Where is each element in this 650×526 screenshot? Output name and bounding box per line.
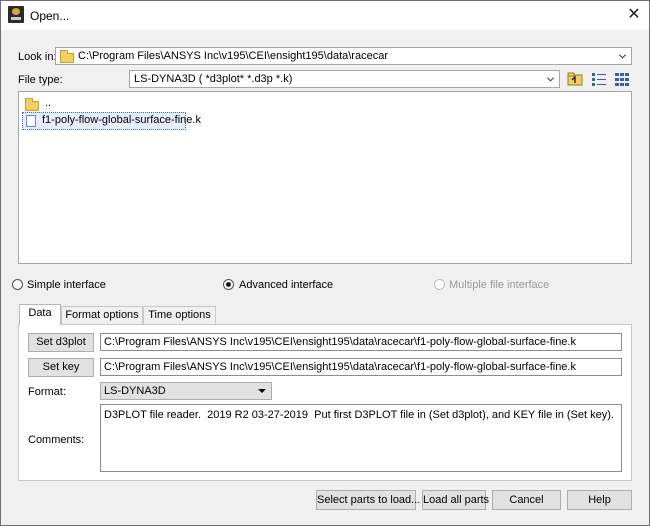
simple-interface-radio[interactable] <box>12 279 23 290</box>
chevron-down-icon <box>547 77 554 82</box>
comments-label: Comments: <box>28 434 85 446</box>
load-all-parts-button[interactable]: Load all parts <box>422 490 489 510</box>
file-type-label: File type: <box>18 74 63 86</box>
help-button[interactable]: Help <box>567 490 632 510</box>
set-key-button[interactable]: Set key <box>28 358 94 377</box>
look-in-label: Look in: <box>18 51 57 63</box>
file-list[interactable]: .. f1-poly-flow-global-surface-fine.k <box>18 91 632 264</box>
look-in-value: C:\Program Files\ANSYS Inc\v195\CEI\ensi… <box>78 50 388 62</box>
dialog-title: Open... <box>30 9 70 23</box>
file-type-combo[interactable]: LS-DYNA3D ( *d3plot* *.d3p *.k) <box>129 70 560 88</box>
cancel-button[interactable]: Cancel <box>492 490 561 510</box>
title-bar: Open... ✕ <box>1 1 649 30</box>
tab-time-options[interactable]: Time options <box>143 306 216 325</box>
up-folder-icon[interactable] <box>566 70 584 88</box>
file-name: f1-poly-flow-global-surface-fine.k <box>42 114 201 126</box>
folder-icon <box>25 98 39 111</box>
list-view-icon[interactable] <box>590 70 608 88</box>
format-select[interactable]: LS-DYNA3D <box>100 382 272 400</box>
chevron-down-icon <box>619 54 626 59</box>
chevron-down-icon <box>258 389 266 393</box>
file-icon <box>26 115 36 127</box>
format-value: LS-DYNA3D <box>104 385 166 397</box>
advanced-interface-label: Advanced interface <box>239 279 334 291</box>
multiple-interface-radio <box>434 279 445 290</box>
key-path-field[interactable]: C:\Program Files\ANSYS Inc\v195\CEI\ensi… <box>100 358 622 376</box>
simple-interface-label: Simple interface <box>27 279 106 291</box>
set-d3plot-button[interactable]: Set d3plot <box>28 333 94 352</box>
comments-textarea[interactable]: D3PLOT file reader. 2019 R2 03-27-2019 P… <box>100 404 622 472</box>
file-type-value: LS-DYNA3D ( *d3plot* *.d3p *.k) <box>134 73 293 85</box>
open-dialog: Open... ✕ Look in: C:\Program Files\ANSY… <box>0 0 650 526</box>
d3plot-path-field[interactable]: C:\Program Files\ANSYS Inc\v195\CEI\ensi… <box>100 333 622 351</box>
detail-view-icon[interactable] <box>613 70 631 88</box>
advanced-interface-radio[interactable] <box>223 279 234 290</box>
multiple-interface-label: Multiple file interface <box>449 279 550 291</box>
list-item[interactable]: .. <box>22 96 82 112</box>
format-label: Format: <box>28 386 66 398</box>
look-in-combo[interactable]: C:\Program Files\ANSYS Inc\v195\CEI\ensi… <box>55 47 632 65</box>
folder-icon <box>60 50 74 63</box>
tab-format-options[interactable]: Format options <box>61 306 143 325</box>
file-name: .. <box>45 97 52 109</box>
list-item[interactable]: f1-poly-flow-global-surface-fine.k <box>22 112 201 130</box>
select-parts-button[interactable]: Select parts to load... <box>316 490 420 510</box>
close-button[interactable]: ✕ <box>621 3 647 27</box>
app-icon <box>8 6 24 23</box>
tab-data[interactable]: Data <box>19 304 61 325</box>
